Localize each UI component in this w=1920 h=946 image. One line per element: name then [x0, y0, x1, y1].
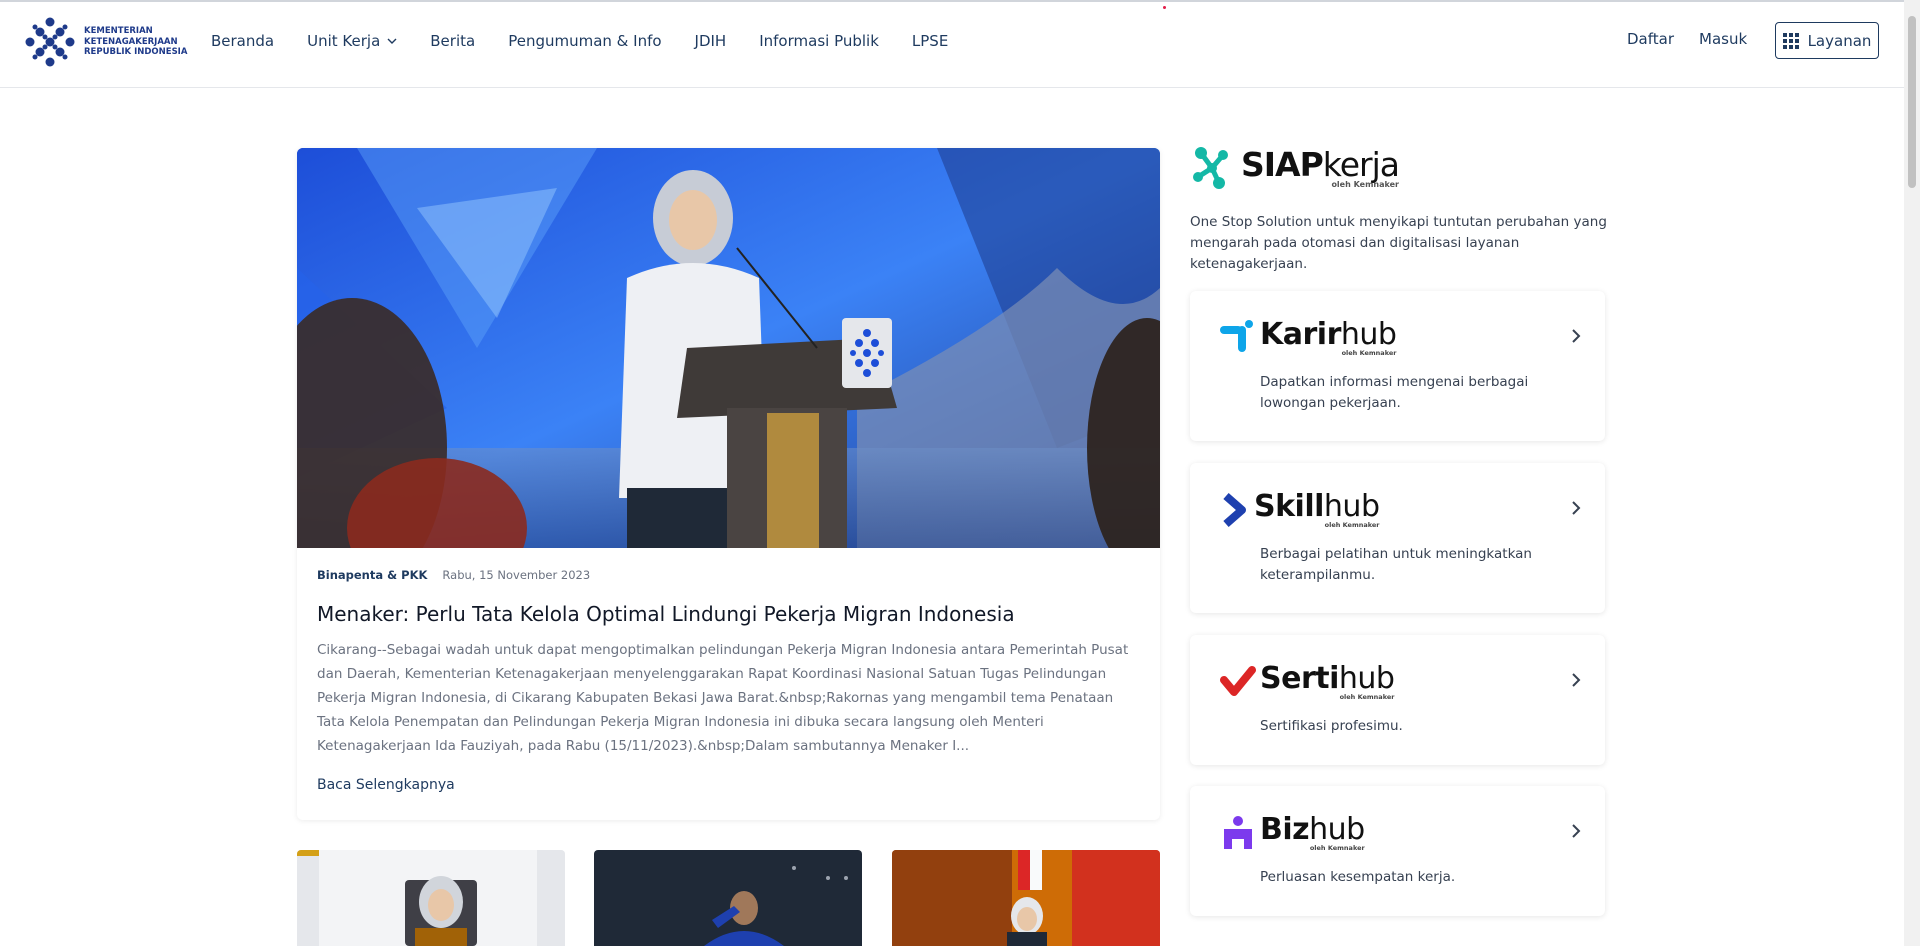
nav-label: Unit Kerja [307, 32, 381, 50]
minister-portrait-icon [297, 850, 565, 946]
read-more-link[interactable]: Baca Selengkapnya [317, 777, 1140, 793]
ministry-name: KEMENTERIAN KETENAGAKERJAAN REPUBLIK IND… [84, 26, 188, 58]
svc-light: hub [1309, 812, 1365, 847]
nav-label: LPSE [911, 32, 949, 50]
page-scrollbar[interactable] [1904, 0, 1920, 946]
nav-pengumuman[interactable]: Pengumuman & Info [508, 30, 661, 52]
svc-bold: Skill [1254, 489, 1324, 524]
sertihub-card[interactable]: Sertihub oleh Kemnaker Sertifikasi profe… [1190, 635, 1605, 765]
sertihub-description: Sertifikasi profesimu. [1260, 718, 1403, 734]
siap-light: kerja [1322, 144, 1400, 184]
nav-berita[interactable]: Berita [430, 30, 475, 52]
bizhub-logo: Bizhub oleh Kemnaker [1220, 814, 1365, 852]
news-thumbnail[interactable] [297, 850, 565, 946]
chevron-right-icon [1572, 824, 1581, 838]
sertihub-logo: Sertihub oleh Kemnaker [1220, 661, 1395, 701]
article-category[interactable]: Binapenta & PKK [317, 568, 427, 582]
news-thumbnail[interactable] [892, 850, 1160, 946]
karirhub-icon [1220, 320, 1253, 352]
siapkerja-logo[interactable]: SIAPkerja oleh Kemnaker [1189, 144, 1400, 191]
ministry-logo[interactable]: KEMENTERIAN KETENAGAKERJAAN REPUBLIK IND… [24, 16, 188, 68]
featured-article-image[interactable] [297, 148, 1160, 548]
nav-label: Beranda [211, 32, 275, 50]
skillhub-logo: Skillhub oleh Kemnaker [1220, 491, 1380, 529]
article-excerpt: Cikarang--Sebagai wadah untuk dapat meng… [317, 642, 1129, 754]
svc-light: hub [1340, 317, 1397, 352]
karirhub-logo: Karirhub oleh Kemnaker [1220, 317, 1397, 357]
siapkerja-wordmark: SIAPkerja oleh Kemnaker [1241, 144, 1400, 189]
login-link[interactable]: Masuk [1699, 30, 1747, 48]
ministry-emblem-icon [25, 17, 75, 67]
svc-bold: Biz [1260, 812, 1310, 847]
bizhub-icon [1224, 816, 1252, 849]
svc-bold: Karir [1260, 317, 1341, 352]
siap-bold: SIAP [1241, 144, 1324, 184]
svc-light: hub [1323, 489, 1380, 524]
chevron-right-icon [1572, 673, 1581, 687]
services-button[interactable]: Layanan [1775, 22, 1879, 59]
chevron-right-icon [1572, 329, 1581, 343]
article-meta: Binapenta & PKK Rabu, 15 November 2023 [317, 568, 1140, 582]
site-header: KEMENTERIAN KETENAGAKERJAAN REPUBLIK IND… [0, 0, 1904, 88]
salute-photo-icon [594, 850, 862, 946]
logo-line: KETENAGAKERJAAN [84, 36, 178, 47]
svc-light: hub [1338, 661, 1395, 696]
karirhub-description: Dapatkan informasi mengenai berbagai low… [1260, 374, 1529, 411]
main-nav: Beranda Unit Kerja Berita Pengumuman & I… [211, 30, 981, 52]
article-title[interactable]: Menaker: Perlu Tata Kelola Optimal Lindu… [317, 600, 1140, 628]
siapkerja-icon [1193, 147, 1228, 189]
top-border [0, 0, 1904, 2]
siapkerja-description: One Stop Solution untuk menyikapi tuntut… [1190, 214, 1607, 272]
scrollbar-thumb[interactable] [1908, 16, 1916, 188]
nav-unit-kerja[interactable]: Unit Kerja [307, 30, 397, 52]
nav-lpse[interactable]: LPSE [912, 30, 948, 52]
speech-photo-icon [297, 148, 1160, 548]
logo-line: KEMENTERIAN [84, 26, 153, 37]
bizhub-card[interactable]: Bizhub oleh Kemnaker Perluasan kesempata… [1190, 786, 1605, 916]
skillhub-icon [1223, 492, 1246, 528]
karirhub-card[interactable]: Karirhub oleh Kemnaker Dapatkan informas… [1190, 291, 1605, 441]
skillhub-description: Berbagai pelatihan untuk meningkatkan ke… [1260, 546, 1532, 583]
logo-line: REPUBLIK INDONESIA [84, 47, 188, 58]
indicator-dot [1163, 6, 1166, 9]
nav-label: JDIH [694, 32, 727, 50]
nav-label: Informasi Publik [759, 32, 879, 50]
nav-label: Berita [430, 32, 476, 50]
news-thumbnail[interactable] [594, 850, 862, 946]
article-date: Rabu, 15 November 2023 [442, 568, 591, 582]
chevron-down-icon [387, 38, 397, 44]
services-button-label: Layanan [1807, 31, 1872, 50]
register-link[interactable]: Daftar [1627, 30, 1674, 48]
nav-jdih[interactable]: JDIH [695, 30, 727, 52]
nav-label: Pengumuman & Info [508, 32, 662, 50]
sertihub-icon [1220, 666, 1256, 696]
bizhub-description: Perluasan kesempatan kerja. [1260, 869, 1456, 885]
nav-informasi-publik[interactable]: Informasi Publik [759, 30, 879, 52]
grid-icon [1782, 32, 1799, 49]
chevron-right-icon [1572, 501, 1581, 515]
nav-beranda[interactable]: Beranda [211, 30, 274, 52]
svc-bold: Serti [1260, 661, 1339, 696]
podium-photo-icon [892, 850, 1160, 946]
featured-article-card[interactable]: Binapenta & PKK Rabu, 15 November 2023 M… [297, 148, 1160, 820]
featured-article-body: Binapenta & PKK Rabu, 15 November 2023 M… [297, 548, 1160, 813]
skillhub-card[interactable]: Skillhub oleh Kemnaker Berbagai pelatiha… [1190, 463, 1605, 613]
